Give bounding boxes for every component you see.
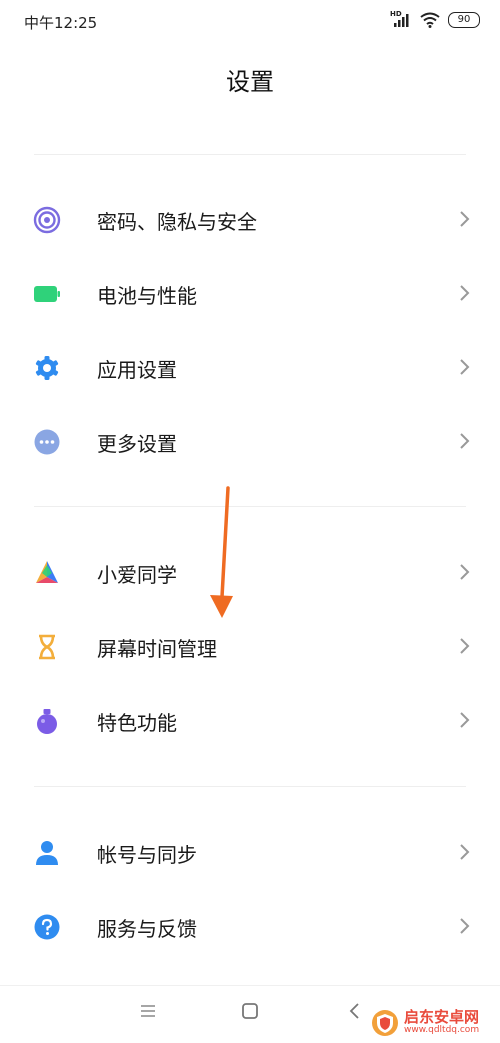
home-icon[interactable] xyxy=(239,1000,261,1022)
chevron-right-icon xyxy=(460,285,470,301)
divider xyxy=(34,506,466,507)
back-icon[interactable] xyxy=(344,1000,366,1022)
divider xyxy=(34,154,466,155)
wifi-icon xyxy=(420,12,440,28)
chevron-right-icon xyxy=(460,211,470,227)
signal-icon: HD xyxy=(390,10,412,29)
chevron-right-icon xyxy=(460,564,470,580)
help-icon xyxy=(34,914,60,940)
menu-item-special-features[interactable]: 特色功能 xyxy=(0,685,500,755)
fingerprint-icon xyxy=(33,206,61,234)
gear-icon xyxy=(35,356,59,380)
person-icon xyxy=(36,841,58,865)
chevron-right-icon xyxy=(460,918,470,934)
menu-icon[interactable] xyxy=(137,1000,159,1022)
menu-item-xiaoai[interactable]: 小爱同学 xyxy=(0,537,500,607)
menu-item-screen-time[interactable]: 屏幕时间管理 xyxy=(0,611,500,681)
chevron-right-icon xyxy=(460,359,470,375)
menu-item-account-sync[interactable]: 帐号与同步 xyxy=(0,817,500,887)
menu-item-label: 服务与反馈 xyxy=(97,917,197,941)
battery-icon xyxy=(34,286,60,302)
menu-item-label: 应用设置 xyxy=(97,358,177,382)
menu-item-label: 特色功能 xyxy=(97,711,177,735)
watermark-url: www.qdltdq.com xyxy=(404,1024,480,1035)
menu-item-label: 帐号与同步 xyxy=(97,843,197,867)
chevron-right-icon xyxy=(460,433,470,449)
more-icon xyxy=(34,429,60,455)
menu-item-app-settings[interactable]: 应用设置 xyxy=(0,332,500,402)
menu-item-service-feedback[interactable]: 服务与反馈 xyxy=(0,891,500,961)
xiaoai-icon xyxy=(36,561,58,583)
status-icons: HD 90 xyxy=(390,10,480,29)
menu-item-privacy-security[interactable]: 密码、隐私与安全 xyxy=(0,184,500,254)
flask-icon xyxy=(37,709,57,734)
menu-item-battery-performance[interactable]: 电池与性能 xyxy=(0,258,500,328)
menu-item-label: 更多设置 xyxy=(97,432,177,456)
watermark-logo: 启东安卓网 www.qdltdq.com xyxy=(370,1003,500,1042)
hourglass-icon xyxy=(39,634,55,660)
menu-item-label: 小爱同学 xyxy=(97,563,177,587)
status-time: 中午12:25 xyxy=(24,14,98,32)
divider xyxy=(34,786,466,787)
watermark-title: 启东安卓网 xyxy=(404,1007,480,1026)
chevron-right-icon xyxy=(460,712,470,728)
menu-item-more-settings[interactable]: 更多设置 xyxy=(0,406,500,476)
battery-indicator: 90 xyxy=(448,12,480,28)
watermark-shield-icon xyxy=(372,1009,398,1036)
menu-item-label: 密码、隐私与安全 xyxy=(97,210,257,234)
menu-item-label: 电池与性能 xyxy=(97,284,197,308)
menu-item-label: 屏幕时间管理 xyxy=(97,637,217,661)
status-bar: 中午12:25 HD 90 xyxy=(0,0,500,44)
chevron-right-icon xyxy=(460,638,470,654)
annotation-arrow xyxy=(210,486,233,618)
page-title: 设置 xyxy=(226,68,274,96)
hd-label: HD xyxy=(390,10,402,18)
chevron-right-icon xyxy=(460,844,470,860)
